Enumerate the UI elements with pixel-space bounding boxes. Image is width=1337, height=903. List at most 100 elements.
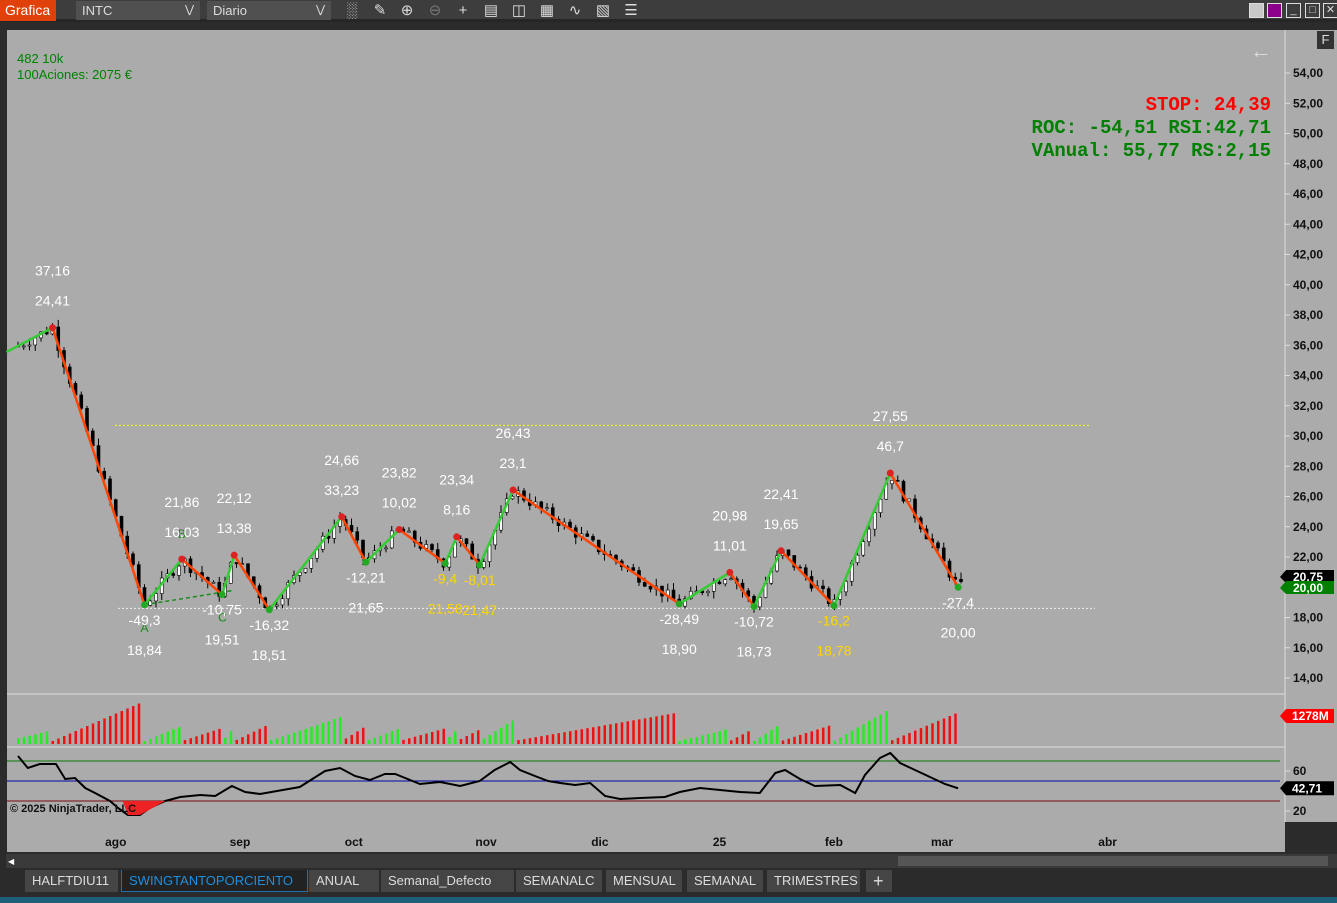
- volume-bar: [896, 737, 900, 744]
- purple-theme-icon[interactable]: [1267, 3, 1282, 18]
- candle-body: [79, 394, 84, 409]
- f-button[interactable]: F: [1317, 31, 1334, 49]
- tab-swingtantoporciento[interactable]: SWINGTANTOPORCIENTO: [121, 870, 308, 892]
- volume-bar: [776, 726, 779, 744]
- volume-bar: [839, 737, 842, 744]
- volume-bar: [321, 722, 325, 744]
- candle-body: [355, 531, 360, 541]
- add-tab-button[interactable]: +: [866, 870, 892, 892]
- volume-bar: [557, 733, 560, 744]
- volume-bar: [195, 736, 198, 744]
- volume-bar: [425, 733, 428, 744]
- bar-chart-icon[interactable]: ░: [342, 1, 362, 20]
- volume-bar: [80, 728, 83, 744]
- volume-bar: [114, 713, 118, 744]
- time-tick-label: feb: [824, 835, 843, 849]
- period-value: Diario: [213, 3, 247, 18]
- volume-bar: [919, 728, 923, 744]
- pivot-dot: [338, 513, 346, 521]
- calculator-icon[interactable]: ▧: [593, 1, 613, 20]
- volume-bar: [413, 736, 417, 744]
- back-arrow-icon[interactable]: ←: [1250, 38, 1272, 64]
- zoom-in-icon[interactable]: ⊕: [397, 1, 417, 20]
- candle-body: [706, 591, 710, 593]
- volume-bar: [270, 740, 273, 744]
- volume-bar: [137, 703, 141, 744]
- strategy-icon[interactable]: ∿: [565, 1, 585, 20]
- scroll-left-icon[interactable]: ◀: [8, 857, 14, 866]
- volume-bar: [500, 727, 503, 744]
- volume-bar: [505, 724, 509, 744]
- candle-body: [895, 480, 900, 482]
- pivot-percent-label: -12,21: [346, 569, 386, 585]
- minimize-icon[interactable]: _: [1286, 3, 1301, 18]
- tab-mensual[interactable]: MENSUAL: [606, 870, 682, 892]
- properties-icon[interactable]: ▦: [537, 1, 557, 20]
- pivot-price-label: 22,41: [764, 486, 799, 502]
- volume-bar: [764, 733, 767, 744]
- list-icon[interactable]: ☰: [621, 1, 641, 20]
- tab-semanal[interactable]: SEMANAL: [687, 870, 763, 892]
- volume-bar: [402, 739, 405, 744]
- candle-body: [717, 581, 722, 585]
- pivot-percent-label: 16,03: [164, 524, 199, 540]
- pivot-percent-label: -10,75: [202, 602, 242, 618]
- chart-trader-icon[interactable]: ◫: [509, 1, 529, 20]
- pencil-icon[interactable]: ✎: [370, 1, 390, 20]
- zoom-out-icon[interactable]: ⊖: [425, 1, 445, 20]
- roc-rsi-label: ROC: -54,51 RSI:42,71: [1031, 117, 1271, 139]
- scrollbar-thumb[interactable]: [898, 856, 1328, 866]
- candle-body: [280, 598, 285, 606]
- volume-bar: [287, 734, 290, 744]
- candle-body: [384, 547, 388, 550]
- volume-bar: [327, 721, 330, 744]
- price-tick-label: 32,00: [1293, 399, 1323, 413]
- tab-semanalc[interactable]: SEMANALC: [516, 870, 602, 892]
- pivot-percent-label: -49,3: [129, 612, 161, 628]
- volume-bar: [615, 723, 618, 744]
- tab-halftdiu11[interactable]: HALFTDIU11: [25, 870, 118, 892]
- gray-theme-icon[interactable]: [1249, 3, 1264, 18]
- volume-bar: [638, 719, 641, 744]
- crosshair-icon[interactable]: +: [453, 1, 473, 20]
- tab-semanal-defecto[interactable]: Semanal_Defecto: [381, 870, 514, 892]
- volume-bar: [68, 733, 72, 744]
- volume-bar: [494, 731, 497, 744]
- volume-bar: [396, 729, 399, 744]
- volume-bar: [948, 715, 951, 744]
- volume-bar: [362, 727, 365, 744]
- volume-bar: [367, 739, 371, 744]
- info-line-1: 482 10k: [17, 51, 64, 66]
- volume-bar: [753, 741, 756, 744]
- time-axis[interactable]: ago sep oct nov dic 25 feb mar abr: [7, 822, 1285, 852]
- volume-bar: [937, 720, 940, 744]
- volume-bar: [91, 723, 95, 744]
- period-selector[interactable]: Diario ⋁: [207, 1, 331, 20]
- horizontal-scrollbar[interactable]: ◀: [6, 854, 1337, 868]
- volume-bar: [856, 727, 859, 744]
- tab-trimestres[interactable]: TRIMESTRES: [767, 870, 860, 892]
- volume-bar: [86, 726, 89, 744]
- volume-bar: [603, 725, 606, 744]
- close-icon[interactable]: ✕: [1323, 3, 1337, 18]
- instrument-selector[interactable]: INTC ⋁: [76, 1, 200, 20]
- data-box-icon[interactable]: ▤: [481, 1, 501, 20]
- volume-bar: [822, 727, 825, 744]
- pivot-percent-label: 19,65: [764, 516, 799, 532]
- volume-bar: [586, 728, 589, 744]
- volume-bar: [316, 724, 319, 744]
- volume-bar: [551, 734, 555, 744]
- maximize-icon[interactable]: □: [1305, 3, 1320, 18]
- volume-bar: [178, 727, 181, 744]
- price-axis: [1285, 30, 1337, 822]
- volume-bar: [649, 717, 652, 744]
- volume-bar: [517, 740, 520, 744]
- pivot-price-label: 21,47: [462, 602, 497, 618]
- volume-bar: [235, 739, 238, 744]
- pivot-dot: [49, 324, 56, 332]
- pivot-percent-label: -27,4: [942, 594, 974, 610]
- pivot-price-label: 18,84: [127, 642, 162, 658]
- pivot-percent-label: -16,2: [818, 613, 850, 629]
- volume-bar: [224, 737, 227, 744]
- tab-anual[interactable]: ANUAL: [309, 870, 379, 892]
